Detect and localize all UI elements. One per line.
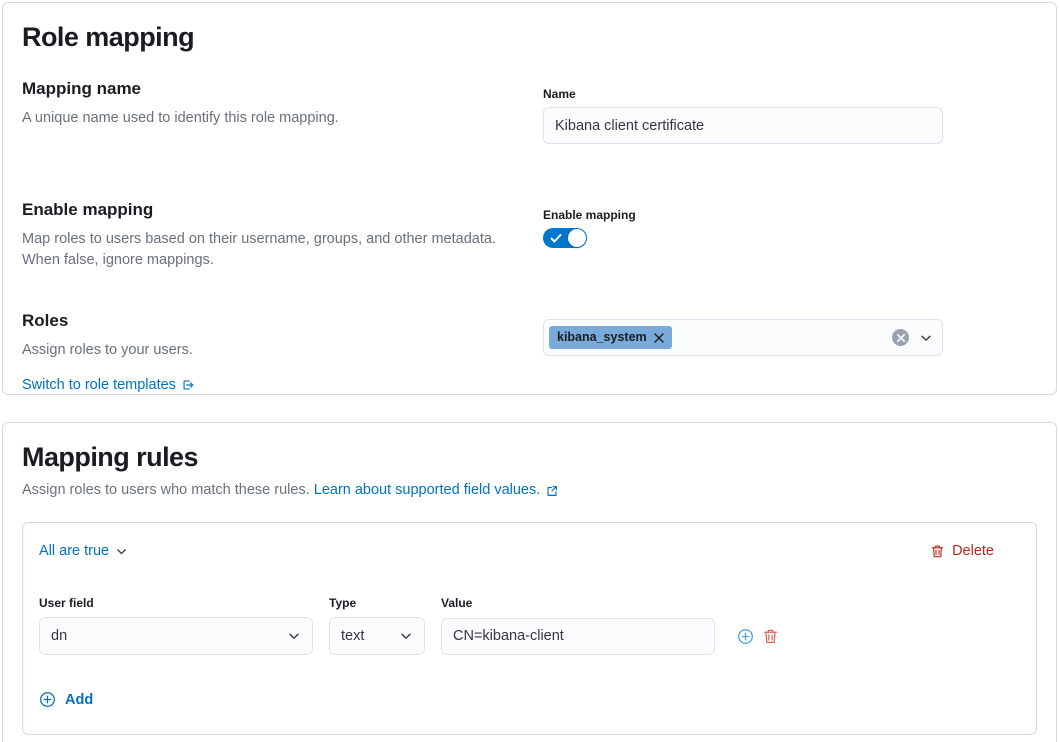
chevron-down-icon xyxy=(399,629,413,643)
user-field-column-label: User field xyxy=(39,596,329,610)
plus-in-circle-icon xyxy=(39,691,56,708)
role-badge-label: kibana_system xyxy=(557,331,647,344)
mapping-name-row: Mapping name A unique name used to ident… xyxy=(22,79,1037,144)
remove-role-icon[interactable] xyxy=(654,333,664,343)
value-column-label: Value xyxy=(441,596,472,610)
rule-group-panel: All are true Delete User field Type Valu… xyxy=(22,522,1037,735)
mapping-name-description-col: Mapping name A unique name used to ident… xyxy=(22,79,543,144)
trash-icon xyxy=(762,628,779,645)
external-link-icon xyxy=(545,484,559,498)
condition-dropdown-button[interactable]: All are true xyxy=(39,543,128,559)
enable-mapping-field-col: Enable mapping xyxy=(543,200,943,271)
add-rule-button[interactable] xyxy=(737,628,754,645)
enable-mapping-heading: Enable mapping xyxy=(22,200,515,220)
mapping-rules-description: Assign roles to users who match these ru… xyxy=(22,480,1037,501)
trash-icon xyxy=(930,544,945,559)
role-badge[interactable]: kibana_system xyxy=(549,326,672,349)
roles-heading: Roles xyxy=(22,311,515,331)
mapping-rules-description-text: Assign roles to users who match these ru… xyxy=(22,482,310,498)
delete-rule-button[interactable] xyxy=(762,628,779,645)
value-field-wrap xyxy=(441,618,715,655)
roles-description: Assign roles to your users. xyxy=(22,340,515,361)
role-mapping-panel: Role mapping Mapping name A unique name … xyxy=(2,2,1057,395)
name-input[interactable] xyxy=(543,107,943,144)
user-field-select[interactable]: dn xyxy=(39,617,313,655)
clear-roles-button[interactable] xyxy=(892,329,909,346)
plus-in-circle-icon xyxy=(737,628,754,645)
chevron-down-icon xyxy=(115,545,128,558)
enable-mapping-description-col: Enable mapping Map roles to users based … xyxy=(22,200,543,271)
learn-about-field-values-link[interactable]: Learn about supported field values. xyxy=(314,480,560,501)
switch-to-role-templates-label: Switch to role templates xyxy=(22,377,176,393)
roles-description-col: Roles Assign roles to your users. Switch… xyxy=(22,311,543,394)
page-title: Role mapping xyxy=(22,21,1037,53)
type-column-label: Type xyxy=(329,596,441,610)
box-arrow-right-icon xyxy=(181,378,195,392)
delete-rule-group-button[interactable]: Delete xyxy=(930,543,994,559)
enable-mapping-description: Map roles to users based on their userna… xyxy=(22,229,515,271)
condition-label: All are true xyxy=(39,543,109,559)
chevron-down-icon xyxy=(287,629,301,643)
name-field-label: Name xyxy=(543,87,943,101)
rule-group-header: All are true Delete xyxy=(39,543,1020,559)
add-label: Add xyxy=(65,692,93,708)
user-field-select-value: dn xyxy=(51,628,67,644)
type-select[interactable]: text xyxy=(329,617,425,655)
enable-mapping-toggle[interactable] xyxy=(543,228,587,248)
mapping-rules-panel: Mapping rules Assign roles to users who … xyxy=(2,422,1057,742)
roles-field-col: kibana_system xyxy=(543,311,943,394)
roles-row: Roles Assign roles to your users. Switch… xyxy=(22,311,1037,394)
mapping-name-description: A unique name used to identify this role… xyxy=(22,108,515,129)
enable-mapping-row: Enable mapping Map roles to users based … xyxy=(22,200,1037,271)
add-condition-button[interactable]: Add xyxy=(39,691,93,708)
mapping-rules-title: Mapping rules xyxy=(22,441,1037,473)
rule-row: dn text xyxy=(39,617,1020,655)
toggle-thumb xyxy=(568,229,586,247)
mapping-name-field-col: Name xyxy=(543,79,943,144)
type-select-value: text xyxy=(341,628,364,644)
value-input[interactable] xyxy=(441,618,715,655)
cross-icon xyxy=(897,334,905,342)
mapping-name-heading: Mapping name xyxy=(22,79,515,99)
enable-mapping-switch-label: Enable mapping xyxy=(543,208,943,222)
roles-combobox[interactable]: kibana_system xyxy=(543,319,943,356)
combobox-controls xyxy=(892,329,933,346)
check-icon xyxy=(550,232,562,244)
chevron-down-icon[interactable] xyxy=(919,331,933,345)
switch-to-role-templates-link[interactable]: Switch to role templates xyxy=(22,377,195,393)
delete-label: Delete xyxy=(952,543,994,559)
learn-link-label: Learn about supported field values. xyxy=(314,480,541,501)
rule-column-labels: User field Type Value xyxy=(39,596,1020,610)
